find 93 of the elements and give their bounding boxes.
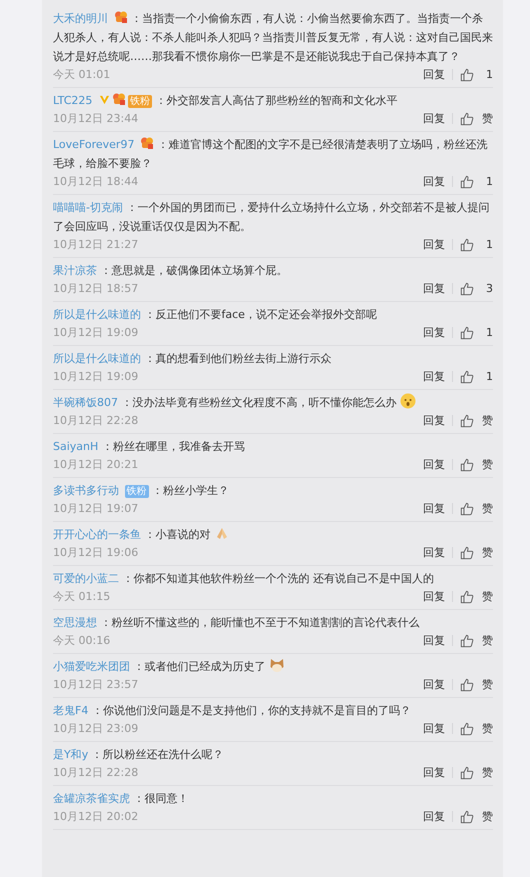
like-count[interactable]: 赞 — [481, 457, 493, 472]
comment-time: 10月12日 19:09 — [53, 325, 138, 340]
like-count[interactable]: 赞 — [481, 633, 493, 648]
thumbs-up-icon[interactable] — [460, 458, 474, 472]
like-count[interactable]: 赞 — [481, 765, 493, 780]
like-count[interactable]: 赞 — [481, 589, 493, 604]
comment-text: LTC225 铁粉 ：外交部发言人高估了那些粉丝的智商和文化水平 — [53, 91, 398, 110]
reply-link[interactable]: 回复 — [423, 677, 445, 692]
comment-time: 10月12日 23:44 — [53, 111, 138, 126]
like-count[interactable]: 赞 — [481, 809, 493, 824]
comment-text: LoveForever97 ：难道官博这个配图的文字不是已经很清楚表明了立场吗，粉丝还洗毛球，给脸不要脸？ — [53, 135, 488, 172]
fan-badge: 铁粉 — [128, 95, 152, 108]
thumbs-up-icon[interactable] — [460, 678, 474, 692]
comment-time: 今天 01:01 — [53, 67, 110, 82]
reply-link[interactable]: 回复 — [423, 325, 445, 340]
thumbs-up-icon[interactable] — [460, 722, 474, 736]
level-badge-icon — [112, 92, 126, 106]
reply-link[interactable]: 回复 — [423, 67, 445, 82]
reply-link[interactable]: 回复 — [423, 501, 445, 516]
thumbs-up-icon[interactable] — [460, 502, 474, 516]
comment-text: 所以是什么味道的 ：反正他们不要face，说不定还会举报外交部呢 — [53, 307, 378, 323]
comment-text: 老鬼F4 ：你说他们没问题是不是支持他们，你的支持就不是盲目的了吗？ — [53, 703, 412, 719]
reply-link[interactable]: 回复 — [423, 809, 445, 824]
thumbs-up-icon[interactable] — [460, 810, 474, 824]
thumbs-up-icon[interactable] — [460, 174, 474, 188]
reply-link[interactable]: 回复 — [423, 633, 445, 648]
comment-text: 果汁凉茶 ：意思就是，破偶像团体立场算个屁。 — [53, 263, 288, 279]
comment-text: 可爱的小蓝二 ：你都不知道其他软件粉丝一个个洗的 还有说自己不是中国人的 — [53, 571, 435, 587]
comment-time: 10月12日 19:09 — [53, 369, 138, 384]
comment-time: 10月12日 19:06 — [53, 545, 138, 560]
like-count[interactable]: 1 — [481, 370, 493, 383]
thumbs-up-icon[interactable] — [460, 766, 474, 780]
comment-text: 半碗稀饭807 ：没办法毕竟有些粉丝文化程度不高，听不懂你能怎么办 — [53, 393, 493, 412]
like-count[interactable]: 赞 — [481, 721, 493, 736]
cat-face-icon — [269, 657, 285, 673]
fan-badge: 铁粉 — [124, 485, 148, 498]
comment-text: 空思漫想 ：粉丝听不懂这些的，能听懂也不至于不知道割割的言论代表什么 — [53, 615, 420, 631]
reply-link[interactable]: 回复 — [423, 111, 445, 126]
comment-text: 多读书多行动 铁粉 ：粉丝小学生？ — [53, 483, 230, 500]
reply-link[interactable]: 回复 — [423, 413, 445, 428]
comment-text: 小猫爱吃米团团 ：或者他们已经成为历史了 — [53, 657, 493, 676]
comment-time: 10月12日 18:44 — [53, 174, 138, 189]
comment-time: 10月12日 22:28 — [53, 765, 138, 780]
comment-text: 大禾的明川 ：当指责一个小偷偷东西，有人说：小偷当然要偷东西了。当指责一个杀人犯杀人，有人说：不杀人能叫杀人犯吗？当指责川普反复无常，有人说：这对自己国民来说才是好总统呢……那我看不惯你扇你一巴掌是不是还能说我忠于自己保持本真了？ — [53, 9, 493, 65]
like-count[interactable]: 1 — [481, 68, 493, 81]
like-count[interactable]: 1 — [481, 326, 493, 339]
comment-time: 10月12日 20:21 — [53, 457, 138, 472]
thumbs-up-icon[interactable] — [460, 326, 474, 340]
like-count[interactable]: 1 — [481, 175, 493, 188]
like-count[interactable]: 赞 — [481, 413, 493, 428]
comment-time: 10月12日 22:28 — [53, 413, 138, 428]
like-count[interactable]: 1 — [481, 238, 493, 251]
reply-link[interactable]: 回复 — [423, 589, 445, 604]
like-count[interactable]: 赞 — [481, 545, 493, 560]
reply-link[interactable]: 回复 — [423, 721, 445, 736]
comment-text: 喵喵喵-切克闹 ：一个外国的男团而已，爱持什么立场持什么立场，外交部若不是被人提问了会回应吗，没说重话仅仅是因为不配。 — [53, 200, 490, 235]
comment-time: 10月12日 19:07 — [53, 501, 138, 516]
comment-text: SaiyanH ：粉丝在哪里，我准备去开骂 — [53, 439, 246, 455]
reply-link[interactable]: 回复 — [423, 545, 445, 560]
reply-link[interactable]: 回复 — [423, 457, 445, 472]
comment-time: 10月12日 21:27 — [53, 237, 138, 252]
comment-text: 是Y和y ：所以粉丝还在洗什么呢？ — [53, 747, 225, 763]
like-count[interactable]: 赞 — [481, 111, 493, 126]
thumbs-up-icon[interactable] — [460, 370, 474, 384]
comment-text: 开开心心的一条鱼 ：小喜说的对 — [53, 525, 493, 544]
reply-link[interactable]: 回复 — [423, 369, 445, 384]
comment-time: 今天 00:16 — [53, 633, 110, 648]
level-badge-icon — [114, 10, 128, 24]
comment-time: 今天 01:15 — [53, 589, 110, 604]
thumbs-up-icon[interactable] — [460, 282, 474, 296]
emoji-face-icon — [400, 393, 416, 409]
like-count[interactable]: 赞 — [481, 501, 493, 516]
like-count[interactable]: 赞 — [481, 677, 493, 692]
reply-link[interactable]: 回复 — [423, 281, 445, 296]
reply-link[interactable]: 回复 — [423, 174, 445, 189]
thumbs-up-icon[interactable] — [460, 112, 474, 126]
thumbs-up-icon[interactable] — [460, 68, 474, 82]
thumbs-up-icon[interactable] — [460, 634, 474, 648]
comment-time: 10月12日 23:57 — [53, 677, 138, 692]
comment-text: 所以是什么味道的 ：真的想看到他们粉丝去街上游行示众 — [53, 351, 332, 367]
thumbs-up-icon[interactable] — [460, 590, 474, 604]
comment-time: 10月12日 18:57 — [53, 281, 138, 296]
thumbs-up-icon[interactable] — [460, 414, 474, 428]
reply-link[interactable]: 回复 — [423, 765, 445, 780]
comment-time: 10月12日 20:02 — [53, 809, 138, 824]
level-badge-icon — [140, 136, 154, 150]
reply-link[interactable]: 回复 — [423, 237, 445, 252]
thumbs-up-icon[interactable] — [460, 546, 474, 560]
verified-v-icon — [98, 94, 110, 105]
comment-text: 金罐凉茶雀实虎 ：很同意！ — [53, 791, 190, 807]
thumbs-up-icon[interactable] — [460, 238, 474, 252]
comment-time: 10月12日 23:09 — [53, 721, 138, 736]
like-count[interactable]: 3 — [481, 282, 493, 295]
